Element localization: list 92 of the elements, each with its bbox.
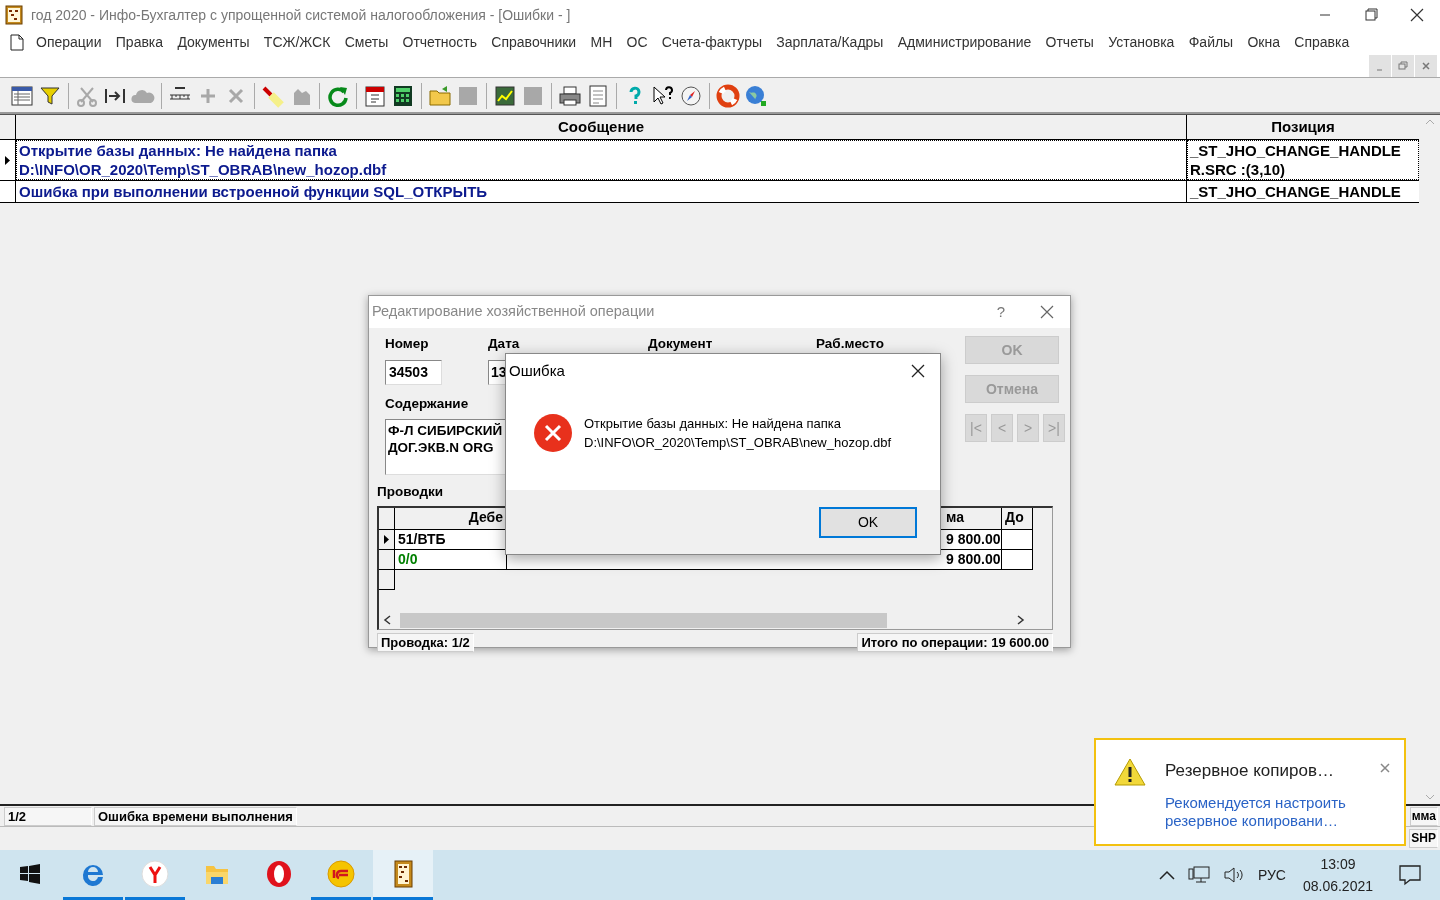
filter-icon[interactable] (38, 84, 62, 108)
clock-time[interactable]: 13:09 (1320, 853, 1356, 875)
folder-icon[interactable] (428, 84, 452, 108)
language-indicator[interactable]: РУС (1257, 864, 1286, 886)
table-cell: 9 800.00 (943, 549, 1002, 570)
menu-item[interactable]: МН (590, 32, 613, 53)
table-cell-text: Открытие базы данных: Не найдена папка D:\INFO\OR_2020\Temp\ST_OBRAB\new_hozop.dbf (18, 141, 388, 180)
browser-icon (265, 859, 293, 888)
footer-text: Проводка: 1/2 (377, 632, 474, 652)
compass-icon[interactable] (679, 84, 703, 108)
header-cell[interactable]: До (1002, 507, 1033, 530)
close-icon[interactable] (1415, 55, 1437, 77)
abacus-icon (5, 5, 23, 25)
warning-icon (1114, 758, 1146, 786)
section-label: Проводки (377, 482, 444, 501)
text-area[interactable]: Ф-Л СИБИРСКИЙ ДОГ.ЭКВ.N ORG (385, 418, 506, 475)
menu-item[interactable]: Документы (177, 32, 250, 53)
error-icon (534, 414, 572, 452)
menu-item[interactable]: Справочники (491, 32, 577, 53)
menu-item[interactable]: Зарплата/Кадры (776, 32, 884, 53)
status-text: мма (1409, 806, 1438, 826)
ok-button[interactable]: OK (819, 506, 917, 538)
document-icon (10, 34, 24, 51)
menu-item[interactable]: ОС (626, 32, 648, 53)
error-message: Открытие базы данных: Не найдена папка D:\INFO\OR_2020\Temp\ST_OBRAB\new_hozop.dbf (584, 415, 892, 452)
calculator-icon[interactable] (391, 84, 415, 108)
chart-icon[interactable] (493, 84, 517, 108)
close-icon[interactable] (1380, 763, 1390, 773)
row-header[interactable] (379, 529, 395, 550)
globe-icon[interactable] (744, 84, 768, 108)
menu-item[interactable]: Операции (36, 32, 102, 53)
table-cell-text: Ошибка при выполнении встроенной функции SQL_ОТКРЫТЬ (18, 182, 489, 202)
taskbar-button[interactable] (373, 850, 433, 900)
dialog-title: Редактирование хозяйственной операции (372, 302, 656, 322)
scrollbar-thumb[interactable] (400, 612, 887, 628)
menu-item[interactable]: Сметы (344, 32, 389, 53)
notifications-icon[interactable] (1398, 864, 1422, 886)
table-cell: 9 800.00 (943, 529, 1002, 550)
menu-item[interactable]: Окна (1247, 32, 1281, 53)
windows-icon (20, 863, 40, 884)
status-message: Ошибка времени выполнения (94, 806, 297, 826)
status-text: SHP (1409, 829, 1438, 848)
menu-item[interactable]: Справка (1294, 32, 1350, 53)
table-cell-text: _ST_JHO_CHANGE_HANDLE (1189, 182, 1402, 202)
header-cell[interactable]: ма (943, 507, 1002, 530)
calendar-icon[interactable] (363, 84, 387, 108)
table-cell-text: _ST_JHO_CHANGE_HANDLE R.SRC :(3,10) (1189, 141, 1402, 180)
clock-date[interactable]: 08.06.2021 (1302, 875, 1373, 897)
field-label: Содержание (385, 395, 470, 414)
restore-icon[interactable] (1392, 55, 1414, 77)
scroll-right-icon[interactable] (1017, 615, 1025, 626)
field-label: Дата (488, 335, 521, 353)
notification-link[interactable]: Рекомендуется настроить резервное копировани… (1165, 793, 1365, 830)
menu-item[interactable]: Администрирование (897, 32, 1032, 53)
column-header[interactable]: Позиция (1187, 115, 1419, 139)
field-label: Номер (385, 335, 430, 353)
row-header[interactable] (379, 569, 395, 590)
menu-item[interactable]: Установка (1108, 32, 1175, 53)
help-button[interactable]: ? (978, 300, 1024, 324)
row-header[interactable] (379, 549, 395, 570)
notification-title: Резервное копиров… (1165, 760, 1334, 782)
menu-item[interactable]: ТСЖ/ЖСК (263, 32, 331, 53)
scroll-left-icon[interactable] (383, 615, 391, 626)
menu-item[interactable]: Отчеты (1045, 32, 1094, 53)
input-field[interactable]: 34503 (385, 360, 442, 386)
field-label: Документ (648, 335, 714, 353)
lifebuoy-icon[interactable] (716, 84, 740, 108)
table-cell: 0/0 (395, 549, 507, 570)
footer-text: Итого по операции: 19 600.00 (857, 632, 1053, 652)
menu-item[interactable]: Счета-фактуры (661, 32, 762, 53)
table-cell (1002, 549, 1033, 570)
coin-icon (327, 859, 355, 888)
dialog-title: Ошибка (508, 360, 566, 381)
menu-item[interactable]: Файлы (1188, 32, 1234, 53)
window-title: год 2020 - Инфо-Бухгалтер с упрощенной системой налогообложения - [Ошибки - ] (31, 5, 572, 25)
table-icon[interactable] (10, 84, 34, 108)
row-header[interactable] (379, 507, 395, 530)
refresh-icon[interactable] (326, 84, 350, 108)
volume-icon[interactable] (1222, 865, 1245, 885)
field-label: Раб.место (816, 335, 885, 353)
row-pointer-icon (5, 155, 10, 165)
browser-icon (141, 859, 169, 888)
printer-icon[interactable] (558, 84, 582, 108)
status-counter: 1/2 (4, 806, 92, 826)
menu-item[interactable]: Отчетность (402, 32, 478, 53)
column-header[interactable]: Сообщение (16, 115, 1186, 139)
chevron-up-icon[interactable] (1158, 870, 1175, 880)
form-icon[interactable] (586, 84, 610, 108)
network-icon[interactable] (1187, 865, 1210, 885)
flashlight-icon[interactable] (261, 84, 285, 108)
menu-item[interactable]: Правка (115, 32, 164, 53)
table-cell (1002, 529, 1033, 550)
